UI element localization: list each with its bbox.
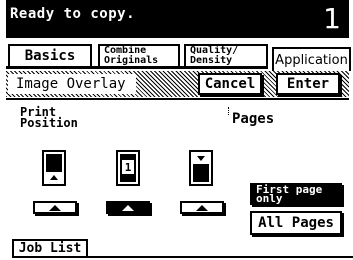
position-bottom-button[interactable]	[180, 201, 224, 214]
tab-application-label: Application	[275, 52, 348, 68]
panel-title: Image Overlay	[8, 74, 136, 94]
all-pages-button[interactable]: All Pages	[250, 211, 342, 235]
first-page-only-button[interactable]: First page only	[250, 183, 342, 205]
triangle-up-icon	[49, 204, 61, 211]
position-center-button[interactable]	[106, 201, 150, 214]
job-list-button[interactable]: Job List	[12, 239, 88, 258]
title-divider	[6, 98, 349, 100]
footer-divider	[88, 256, 353, 258]
arrow-down-icon	[197, 156, 205, 161]
copy-count: 1	[323, 2, 341, 35]
first-page-label-line2: only	[256, 192, 283, 205]
tab-divider	[6, 66, 268, 69]
tab-basics[interactable]: Basics	[8, 44, 92, 66]
status-message: Ready to copy.	[10, 6, 136, 22]
tab-application[interactable]: Application	[272, 47, 351, 71]
position-top-icon	[42, 150, 66, 186]
tab-quality-density[interactable]: Quality/ Density	[184, 44, 268, 66]
position-bottom-icon	[189, 150, 213, 186]
triangle-up-icon	[122, 204, 134, 211]
tab-basics-label: Basics	[24, 48, 76, 64]
pages-divider	[228, 107, 229, 115]
cancel-button[interactable]: Cancel	[198, 73, 262, 95]
center-page-number: 1	[122, 160, 134, 174]
tab-combine-originals[interactable]: Combine Originals	[98, 44, 180, 66]
arrow-up-icon	[50, 175, 58, 180]
print-position-line2: Position	[20, 116, 78, 130]
tab-combine-label-line2: Originals	[104, 55, 159, 66]
position-bottom-block	[193, 164, 209, 182]
position-center-icon: 1	[116, 150, 140, 186]
position-top-block	[46, 154, 62, 172]
enter-button[interactable]: Enter	[276, 73, 340, 95]
pages-heading: Pages	[232, 111, 275, 127]
copier-screen: Ready to copy. 1 Basics Combine Original…	[6, 0, 353, 258]
status-bar: Ready to copy. 1	[6, 0, 349, 38]
triangle-up-icon	[196, 204, 208, 211]
print-position-heading: Print Position	[20, 106, 78, 130]
tab-quality-label-line2: Density	[190, 55, 233, 66]
position-top-button[interactable]	[33, 201, 77, 214]
